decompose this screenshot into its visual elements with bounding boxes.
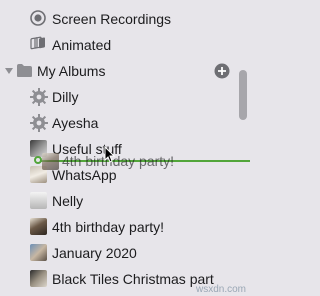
scrollbar[interactable] <box>236 0 250 296</box>
screen-recording-icon <box>30 10 46 26</box>
sidebar-item-january-2020[interactable]: January 2020 <box>0 242 232 264</box>
sidebar-item-label: Screen Recordings <box>52 11 172 27</box>
album-thumbnail-icon <box>30 192 47 209</box>
folder-icon <box>16 63 33 78</box>
sidebar-item-label: Nelly <box>52 193 84 209</box>
gear-icon <box>30 114 48 132</box>
album-thumbnail-icon <box>30 270 47 287</box>
sidebar-item-label: Dilly <box>52 89 79 105</box>
sidebar-item-label: Ayesha <box>52 115 99 131</box>
sidebar-item-nelly[interactable]: Nelly <box>0 190 232 212</box>
sidebar-item-my-albums[interactable]: My Albums <box>0 60 250 82</box>
cursor-icon <box>104 145 116 168</box>
add-album-button[interactable] <box>214 63 230 79</box>
animated-icon <box>30 36 46 52</box>
drag-ghost-label: 4th birthday party! <box>62 153 175 169</box>
sidebar-item-dilly[interactable]: Dilly <box>0 86 232 108</box>
album-thumbnail-icon <box>42 153 59 170</box>
album-thumbnail-icon <box>30 218 47 235</box>
album-thumbnail-icon <box>30 244 47 261</box>
chevron-down-icon[interactable] <box>4 66 14 76</box>
sidebar-item-4th-birthday-party[interactable]: 4th birthday party! <box>0 216 232 238</box>
sidebar-item-label: Black Tiles Christmas part <box>52 271 214 287</box>
watermark: wsxdn.com <box>195 284 246 295</box>
sidebar-item-animated[interactable]: Animated <box>0 34 232 56</box>
gear-icon <box>30 88 48 106</box>
sidebar-item-label: Animated <box>52 37 112 53</box>
drop-indicator-dot <box>34 156 42 164</box>
sidebar-item-screen-recordings[interactable]: Screen Recordings <box>0 8 232 30</box>
sidebar-item-label: My Albums <box>37 63 106 79</box>
scrollbar-thumb[interactable] <box>239 70 247 120</box>
sidebar-item-ayesha[interactable]: Ayesha <box>0 112 232 134</box>
sidebar-item-label: January 2020 <box>52 245 137 261</box>
sidebar-item-label: 4th birthday party! <box>52 219 165 235</box>
